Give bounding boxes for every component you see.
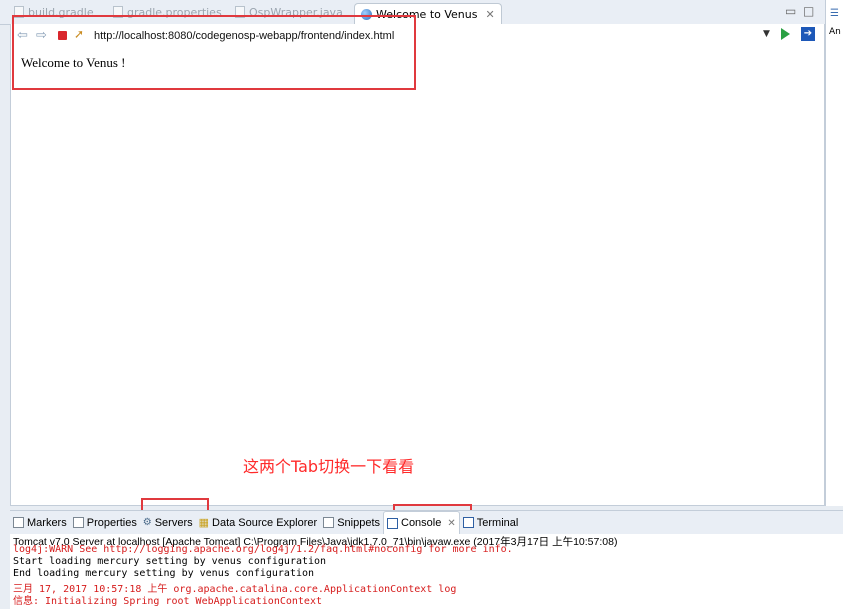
tab-label: Console — [401, 517, 442, 529]
console-view[interactable]: Tomcat v7.0 Server at localhost [Apache … — [10, 534, 843, 609]
close-icon[interactable]: ✕ — [485, 8, 494, 21]
tab-label: Terminal — [476, 516, 519, 529]
console-line: End loading mercury setting by venus con… — [13, 568, 315, 579]
tab-label: Properties — [86, 516, 137, 529]
highlight-url-box — [12, 15, 416, 90]
right-panel: ☰ An — [825, 0, 843, 506]
tab-markers[interactable]: Markers — [10, 512, 70, 534]
servers-icon: ⚙ — [142, 517, 152, 528]
tab-terminal[interactable]: Terminal — [460, 512, 522, 534]
right-panel-label: An — [829, 27, 841, 37]
internal-browser: ⇦ ⇨ ➚ http://localhost:8080/codegenosp-w… — [10, 24, 825, 506]
tab-properties[interactable]: Properties — [70, 512, 140, 534]
bottom-tab-bar: Markers Properties ⚙ Servers ▦ Data Sour… — [10, 510, 843, 535]
tab-data-source-explorer[interactable]: ▦ Data Source Explorer — [196, 512, 321, 534]
tab-console[interactable]: Console ✕ — [383, 511, 460, 534]
database-icon: ▦ — [198, 517, 210, 529]
minimize-icon[interactable]: ▭ — [785, 4, 796, 18]
annotation-text: 这两个Tab切换一下看看 — [243, 457, 415, 476]
tab-label: Snippets — [337, 516, 380, 529]
console-line: 信息: Initializing Spring root WebApplicat… — [13, 596, 322, 607]
console-line: Start loading mercury setting by venus c… — [13, 556, 327, 567]
terminal-icon — [462, 517, 474, 528]
snippets-icon — [323, 517, 335, 528]
console-line: log4j:WARN See http://logging.apache.org… — [13, 544, 513, 555]
tab-label: Markers — [27, 516, 67, 529]
tab-label: Data Source Explorer — [212, 516, 318, 529]
open-external-icon[interactable]: ➔ — [801, 27, 815, 41]
eclipse-window: build.gradle gradle.properties OspWrappe… — [0, 0, 843, 609]
tab-servers[interactable]: ⚙ Servers — [140, 512, 196, 534]
maximize-icon[interactable]: □ — [803, 4, 814, 18]
tab-label: Servers — [154, 516, 193, 529]
close-icon[interactable]: ✕ — [447, 518, 455, 529]
markers-icon — [13, 517, 24, 528]
go-icon[interactable] — [781, 28, 790, 40]
tab-snippets[interactable]: Snippets — [320, 512, 383, 534]
url-dropdown-icon[interactable]: ▼ — [763, 29, 770, 39]
outline-icon[interactable]: ☰ — [830, 8, 839, 19]
properties-icon — [72, 517, 84, 528]
console-icon — [387, 517, 398, 529]
